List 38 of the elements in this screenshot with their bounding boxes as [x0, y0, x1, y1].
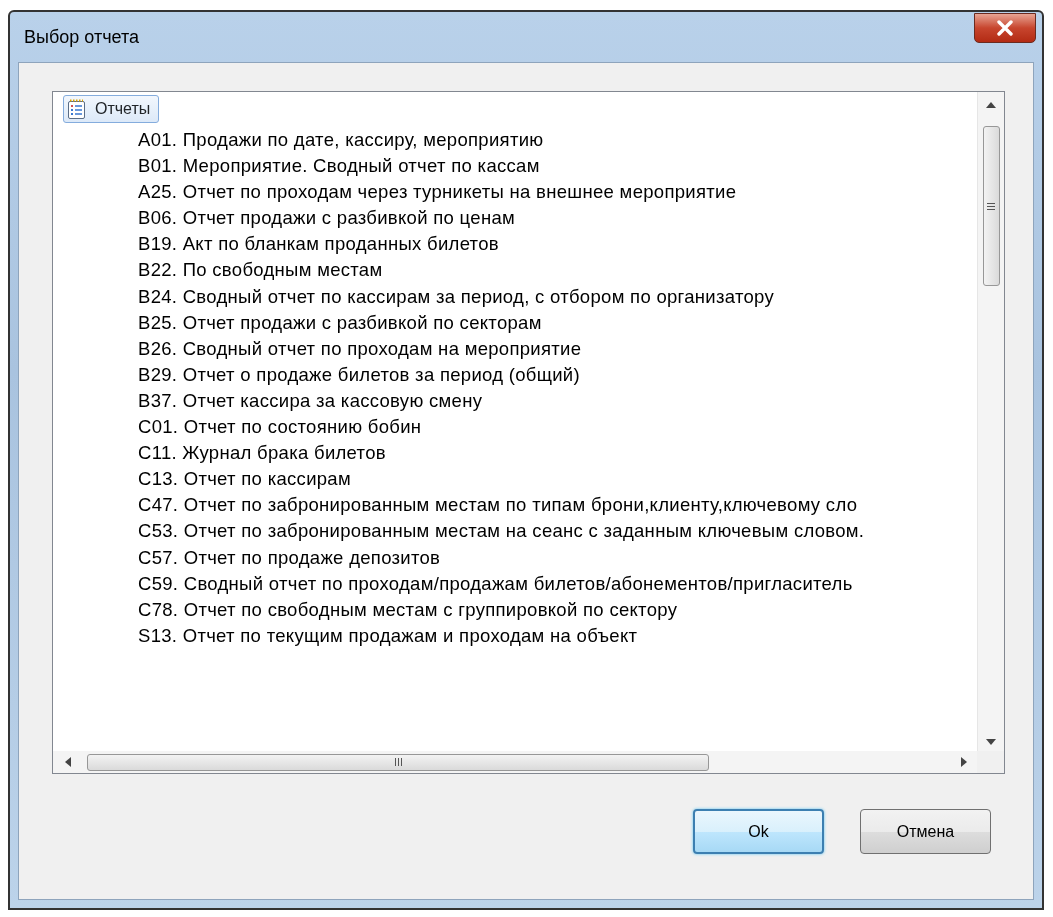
scroll-up-icon[interactable] — [986, 102, 996, 108]
tree-item[interactable]: B25. Отчет продажи с разбивкой по секторам — [138, 311, 542, 333]
tree-item[interactable]: C78. Отчет по свободным местам с группировкой по сектору — [138, 598, 678, 620]
close-button[interactable] — [974, 13, 1036, 43]
tree-item[interactable]: B26. Сводный отчет по проходам на мероприятие — [138, 337, 582, 359]
tree-item[interactable]: B29. Отчет о продаже билетов за период (общий) — [138, 363, 580, 385]
tree-item[interactable]: B01. Мероприятие. Сводный отчет по кассам — [138, 155, 540, 177]
tree-item[interactable]: B19. Акт по бланкам проданных билетов — [138, 233, 499, 255]
tree-item[interactable]: A01. Продажи по дате, кассиру, мероприятию — [138, 129, 544, 150]
default-button[interactable]: Ok — [693, 809, 824, 854]
tree-root-node[interactable]: Отчеты — [63, 95, 160, 123]
grip-icon — [394, 758, 402, 766]
tree-item[interactable]: C11. Журнал брака билетов — [138, 442, 386, 464]
dialog-button[interactable]: Отмена — [860, 809, 991, 854]
tree-item[interactable]: C57. Отчет по продаже депозитов — [138, 546, 441, 568]
tree-item[interactable]: C47. Отчет по забронированным местам по типам брони,клиенту,ключевому сло — [138, 494, 858, 516]
scroll-down-icon[interactable] — [986, 739, 996, 745]
tree-item[interactable]: C13. Отчет по кассирам — [138, 468, 351, 490]
tree-item[interactable]: A25. Отчет по проходам через турникеты на внешнее мероприятие — [138, 181, 737, 203]
close-icon — [996, 20, 1014, 36]
tree-item[interactable]: C01. Отчет по состоянию бобин — [138, 416, 422, 438]
report-list-icon — [67, 98, 87, 120]
window-title: Выбор отчета — [24, 25, 139, 49]
scroll-right-icon[interactable] — [961, 757, 967, 767]
tree-item[interactable]: B24. Сводный отчет по кассирам за период, с отбором по организатору — [138, 285, 775, 307]
scroll-left-icon[interactable] — [65, 757, 71, 767]
tree-item[interactable]: C59. Сводный отчет по проходам/продажам билетов/абонементов/пригласитель — [138, 572, 853, 594]
tree-item[interactable]: B06. Отчет продажи с разбивкой по ценам — [138, 207, 515, 229]
scroll-thumb[interactable] — [87, 753, 709, 771]
horizontal-scrollbar[interactable] — [53, 751, 977, 773]
tree-item[interactable]: B22. По свободным местам — [138, 259, 383, 281]
vertical-scrollbar[interactable] — [977, 92, 1004, 751]
tree-item[interactable]: S13. Отчет по текущим продажам и проходам на объект — [138, 624, 638, 646]
tree-item[interactable]: C53. Отчет по забронированным местам на сеанс с заданным ключевым словом. — [138, 520, 865, 542]
tree-item[interactable]: B37. Отчет кассира за кассовую смену — [138, 389, 483, 411]
scroll-thumb[interactable] — [982, 126, 1000, 286]
grip-icon — [987, 202, 995, 210]
scrollbar-corner — [977, 751, 1004, 773]
